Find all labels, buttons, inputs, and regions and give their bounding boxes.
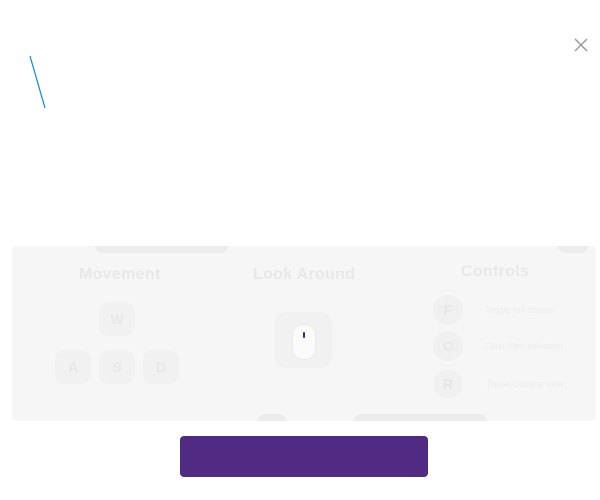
panel-tab-notch — [258, 414, 286, 421]
panel-tab-notch — [354, 414, 487, 421]
close-icon[interactable] — [572, 36, 590, 54]
key-r-description: Reset camera view — [487, 379, 564, 389]
key-c: C — [433, 331, 463, 361]
key-f-description: Toggle full screen — [484, 305, 555, 315]
key-c-description: Clear filter selection — [484, 341, 564, 351]
panel-tab-notch — [558, 246, 588, 253]
key-r: R — [433, 369, 463, 399]
look-around-title: Look Around — [253, 266, 356, 283]
mouse-wheel — [303, 332, 305, 338]
accent-line — [29, 55, 46, 109]
start-button[interactable] — [180, 436, 428, 477]
key-a: A — [55, 350, 91, 384]
movement-title: Movement — [79, 266, 161, 283]
key-w: W — [99, 302, 135, 336]
key-f: F — [433, 295, 463, 325]
mouse-body — [292, 324, 316, 360]
mouse-icon — [274, 312, 332, 368]
controls-title: Controls — [461, 263, 530, 280]
key-s: S — [99, 350, 135, 384]
key-d: D — [143, 350, 179, 384]
panel-tab-notch — [95, 246, 228, 253]
